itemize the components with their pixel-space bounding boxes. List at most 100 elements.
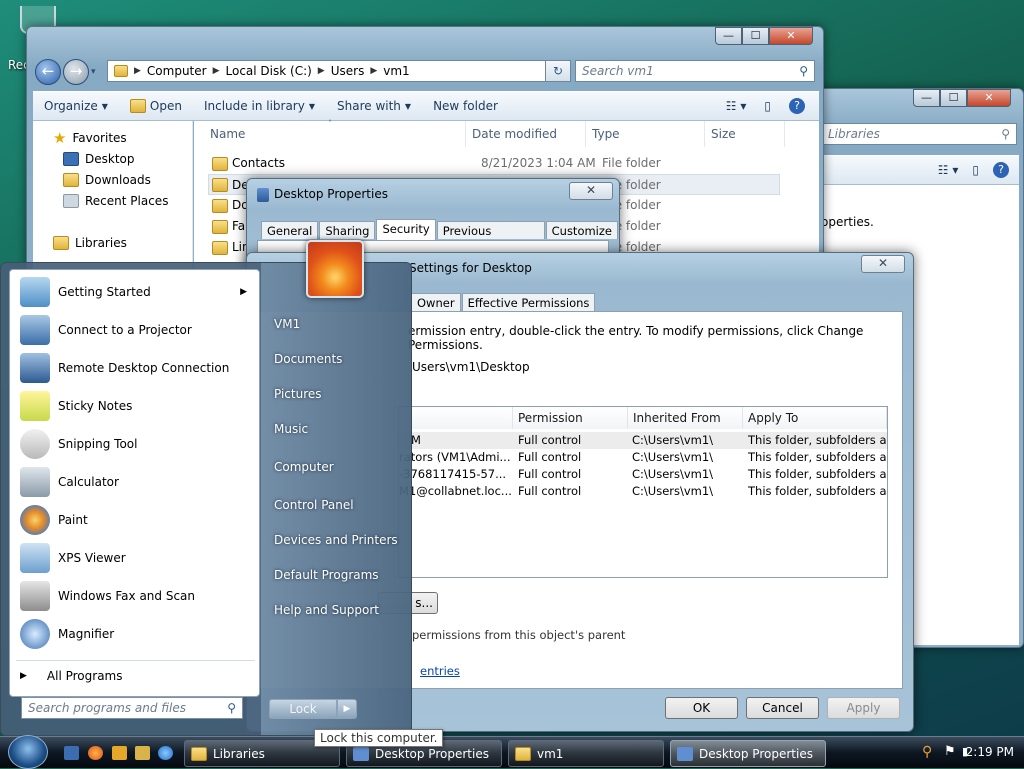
nav-favorites[interactable]: ★ Favorites [53, 131, 127, 146]
help-icon[interactable]: ? [993, 162, 1009, 178]
table-row[interactable]: M1@collabnet.loc... Full control C:\User… [399, 483, 887, 500]
show-desktop-icon[interactable] [64, 746, 79, 760]
program-connect-projector[interactable]: Connect to a Projector [14, 312, 257, 348]
breadcrumb-vm1[interactable]: vm1 [383, 64, 409, 78]
inherit-checkbox-label[interactable]: permissions from this object's parent [412, 628, 625, 642]
start-link-music[interactable]: Music [274, 422, 308, 436]
managing-permissions-link[interactable]: entries [420, 664, 460, 678]
close-button[interactable]: ✕ [861, 255, 905, 273]
recent-places-label: Recent Places [85, 194, 169, 208]
start-link-devices-printers[interactable]: Devices and Printers [274, 533, 398, 547]
start-link-control-panel[interactable]: Control Panel [274, 498, 354, 512]
breadcrumb-computer[interactable]: Computer [147, 64, 207, 78]
apply-button[interactable]: Apply [827, 697, 900, 719]
preview-pane-icon[interactable]: ▯ [764, 99, 771, 113]
start-link-default-programs[interactable]: Default Programs [274, 568, 379, 582]
refresh-icon[interactable]: ↻ [545, 60, 571, 82]
breadcrumb-local-disk[interactable]: Local Disk (C:) [226, 64, 312, 78]
libraries-label: Libraries [75, 236, 127, 250]
view-options-icon[interactable]: ☷ ▾ [938, 163, 959, 177]
recent-pages-icon[interactable]: ▾ [91, 67, 96, 77]
shutdown-options-arrow-icon[interactable]: ▶ [337, 699, 357, 719]
column-principal[interactable] [399, 407, 513, 429]
taskbar-item-vm1[interactable]: vm1 [508, 740, 664, 767]
taskbar-item-desktop-properties-2[interactable]: Desktop Properties [670, 740, 826, 767]
program-getting-started[interactable]: Getting Started ▶ [14, 274, 257, 310]
nav-desktop[interactable]: Desktop [63, 152, 135, 166]
clock[interactable]: 2:19 PM [966, 745, 1014, 759]
close-button[interactable]: ✕ [769, 27, 813, 45]
program-xps-viewer[interactable]: XPS Viewer [14, 540, 257, 576]
search-input[interactable]: Search vm1 ⚲ [575, 60, 815, 82]
start-link-pictures[interactable]: Pictures [274, 387, 322, 401]
permission-entries-table[interactable]: Permission Inherited From Apply To M Ful… [398, 406, 888, 578]
column-permission[interactable]: Permission [513, 407, 628, 429]
fax-scan-icon [20, 581, 50, 611]
close-button[interactable]: ✕ [569, 182, 613, 200]
start-search-input[interactable]: Search programs and files ⚲ [21, 697, 243, 719]
breadcrumb-users[interactable]: Users [331, 64, 365, 78]
tab-previous-versions[interactable]: Previous Versions [436, 221, 545, 252]
address-bar[interactable]: ▶ Computer ▶ Local Disk (C:) ▶ Users ▶ v… [107, 60, 571, 82]
cancel-button[interactable]: Cancel [746, 697, 819, 719]
program-magnifier[interactable]: Magnifier [14, 616, 257, 652]
nav-libraries[interactable]: Libraries [53, 236, 127, 250]
tab-security[interactable]: Security [376, 219, 436, 240]
chevron-right-icon: ▶ [212, 66, 220, 76]
new-folder-button[interactable]: New folder [422, 99, 509, 113]
organize-button[interactable]: Organize ▼ [33, 99, 119, 113]
share-with-button[interactable]: Share with ▼ [326, 99, 422, 113]
program-paint[interactable]: Paint [14, 502, 257, 538]
open-button[interactable]: Open [119, 99, 193, 113]
all-programs[interactable]: ▶ All Programs [14, 660, 257, 692]
include-in-library-button[interactable]: Include in library ▼ [193, 99, 326, 113]
start-link-help-support[interactable]: Help and Support [274, 603, 379, 617]
minimize-button[interactable]: — [913, 89, 940, 107]
search-input[interactable]: Libraries ⚲ [821, 123, 1017, 145]
program-remote-desktop[interactable]: Remote Desktop Connection [14, 350, 257, 386]
start-button[interactable] [8, 735, 48, 769]
search-icon[interactable]: ⚲ [922, 744, 932, 760]
ok-button[interactable]: OK [665, 697, 738, 719]
tab-general[interactable]: General [261, 221, 319, 239]
media-player-icon[interactable] [112, 746, 127, 760]
maximize-button[interactable]: ☐ [940, 89, 967, 107]
lock-button[interactable]: Lock [269, 699, 337, 719]
table-row[interactable]: M Full control C:\Users\vm1\ This folder… [399, 432, 887, 449]
maximize-button[interactable]: ☐ [742, 27, 769, 45]
minimize-button[interactable]: — [715, 27, 742, 45]
column-name[interactable]: Name [204, 121, 466, 147]
start-link-documents[interactable]: Documents [274, 352, 342, 366]
nav-downloads[interactable]: Downloads [63, 173, 151, 187]
back-button[interactable]: ← [35, 59, 61, 85]
table-row[interactable]: rators (VM1\Admi... Full control C:\User… [399, 449, 887, 466]
file-row[interactable]: Contacts 8/21/2023 1:04 AM File folder [210, 153, 780, 174]
column-size[interactable]: Size [705, 121, 785, 147]
tab-sharing[interactable]: Sharing [319, 221, 376, 239]
help-icon[interactable]: ? [789, 98, 805, 114]
tab-customize[interactable]: Customize [545, 221, 618, 239]
view-options-icon[interactable]: ☷ ▾ [726, 99, 747, 113]
column-inherited-from[interactable]: Inherited From [628, 407, 743, 429]
start-link-user[interactable]: VM1 [274, 317, 300, 331]
close-button[interactable]: ✕ [967, 89, 1011, 107]
firefox-icon[interactable] [88, 746, 103, 760]
programs-list: Getting Started ▶ Connect to a Projector … [9, 269, 260, 697]
action-center-flag-icon[interactable]: ⚑ [944, 744, 956, 759]
start-link-computer[interactable]: Computer [274, 460, 334, 474]
tab-owner[interactable]: Owner [411, 293, 461, 311]
program-snipping-tool[interactable]: Snipping Tool [14, 426, 257, 462]
program-calculator[interactable]: Calculator [14, 464, 257, 500]
column-apply-to[interactable]: Apply To [743, 407, 887, 429]
table-row[interactable]: -3768117415-57... Full control C:\Users\… [399, 466, 887, 483]
tab-effective-permissions[interactable]: Effective Permissions [461, 293, 596, 311]
preview-pane-icon[interactable]: ▯ [972, 163, 979, 177]
column-type[interactable]: Type [586, 121, 705, 147]
program-fax-scan[interactable]: Windows Fax and Scan [14, 578, 257, 614]
forward-button[interactable]: → [63, 59, 89, 85]
program-sticky-notes[interactable]: Sticky Notes [14, 388, 257, 424]
nav-recent-places[interactable]: Recent Places [63, 194, 168, 208]
internet-explorer-icon[interactable] [158, 746, 173, 760]
column-date-modified[interactable]: Date modified [466, 121, 586, 147]
explorer-icon[interactable] [135, 746, 150, 760]
